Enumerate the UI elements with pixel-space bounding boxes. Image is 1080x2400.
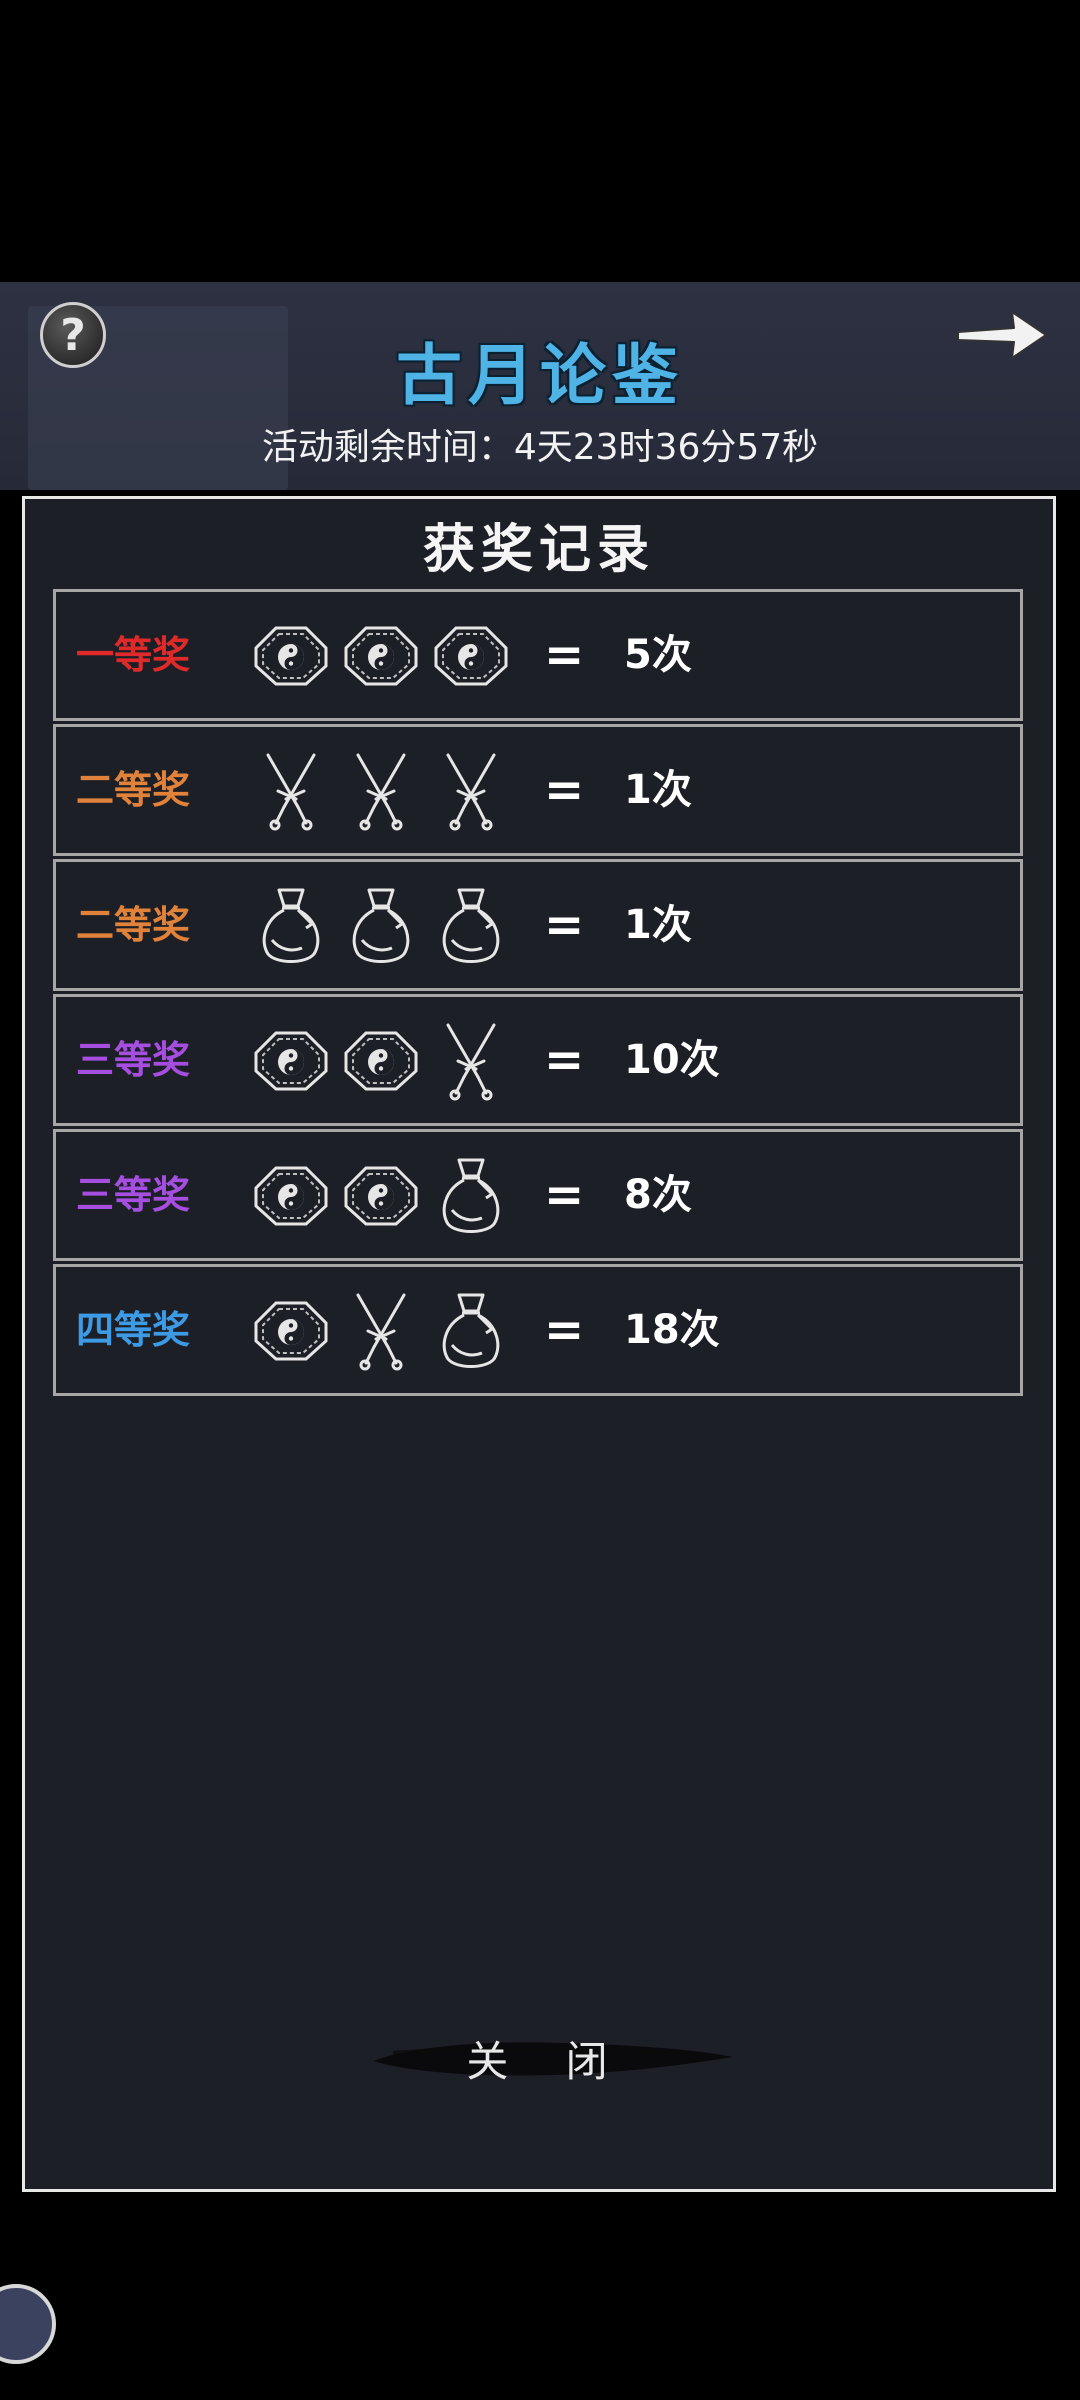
bagua-icon bbox=[336, 1015, 426, 1105]
pouch-icon bbox=[246, 880, 336, 970]
win-count: 1次 bbox=[624, 767, 692, 813]
prize-tier-label: 四等奖 bbox=[76, 1308, 191, 1352]
prize-tier-label: 一等奖 bbox=[76, 633, 191, 677]
table-row: 一等奖 = 5次 bbox=[53, 589, 1023, 721]
prize-combination bbox=[246, 745, 516, 835]
pouch-icon bbox=[426, 880, 516, 970]
records-panel: 获奖记录 一等奖 = 5次 二等奖 = 1次 二等奖 = 1次 三等奖 = 10次 三等奖 = 8次 四等奖 =… bbox=[22, 496, 1056, 2192]
equals-sign: = bbox=[544, 762, 585, 818]
equals-sign: = bbox=[544, 897, 585, 953]
prize-tier-label: 二等奖 bbox=[76, 768, 191, 812]
prize-combination bbox=[246, 880, 516, 970]
bagua-icon bbox=[246, 1015, 336, 1105]
prize-combination bbox=[246, 1285, 516, 1375]
bagua-icon bbox=[336, 610, 426, 700]
arrow-right-icon[interactable] bbox=[952, 302, 1052, 368]
win-count: 10次 bbox=[624, 1037, 720, 1083]
table-row: 三等奖 = 8次 bbox=[53, 1129, 1023, 1261]
close-button[interactable]: 关 闭 bbox=[353, 2003, 743, 2113]
crossed-swords-icon bbox=[336, 745, 426, 835]
equals-sign: = bbox=[544, 1032, 585, 1088]
crossed-swords-icon bbox=[426, 1015, 516, 1105]
win-count: 8次 bbox=[624, 1172, 692, 1218]
win-count: 1次 bbox=[624, 902, 692, 948]
table-row: 二等奖 = 1次 bbox=[53, 859, 1023, 991]
panel-title: 获奖记录 bbox=[422, 519, 655, 580]
avatar[interactable] bbox=[0, 2284, 56, 2364]
prize-combination bbox=[246, 610, 516, 700]
bagua-icon bbox=[246, 610, 336, 700]
bagua-icon bbox=[336, 1150, 426, 1240]
prize-combination bbox=[246, 1150, 516, 1240]
pouch-icon bbox=[426, 1150, 516, 1240]
prize-tier-label: 三等奖 bbox=[76, 1173, 191, 1217]
countdown-timer: 活动剩余时间：4天23时36分57秒 bbox=[0, 418, 1080, 470]
crossed-swords-icon bbox=[246, 745, 336, 835]
table-row: 二等奖 = 1次 bbox=[53, 724, 1023, 856]
pouch-icon bbox=[336, 880, 426, 970]
crossed-swords-icon bbox=[336, 1285, 426, 1375]
prize-tier-label: 二等奖 bbox=[76, 903, 191, 947]
win-count: 18次 bbox=[624, 1307, 720, 1353]
timer-label: 活动剩余时间： bbox=[261, 427, 514, 468]
pouch-icon bbox=[426, 1285, 516, 1375]
prize-tier-label: 三等奖 bbox=[76, 1038, 191, 1082]
prize-combination bbox=[246, 1015, 516, 1105]
close-label: 关 闭 bbox=[466, 2036, 630, 2086]
equals-sign: = bbox=[544, 1167, 585, 1223]
bagua-icon bbox=[426, 610, 516, 700]
equals-sign: = bbox=[544, 627, 585, 683]
crossed-swords-icon bbox=[426, 745, 516, 835]
table-row: 三等奖 = 10次 bbox=[53, 994, 1023, 1126]
table-row: 四等奖 = 18次 bbox=[53, 1264, 1023, 1396]
bagua-icon bbox=[246, 1150, 336, 1240]
equals-sign: = bbox=[544, 1302, 585, 1358]
timer-value: 4天23时36分57秒 bbox=[513, 427, 819, 468]
header-bar: ? 古月论鉴 活动剩余时间：4天23时36分57秒 bbox=[0, 282, 1080, 490]
win-count: 5次 bbox=[624, 632, 692, 678]
page-title: 古月论鉴 bbox=[396, 336, 684, 414]
bagua-icon bbox=[246, 1285, 336, 1375]
